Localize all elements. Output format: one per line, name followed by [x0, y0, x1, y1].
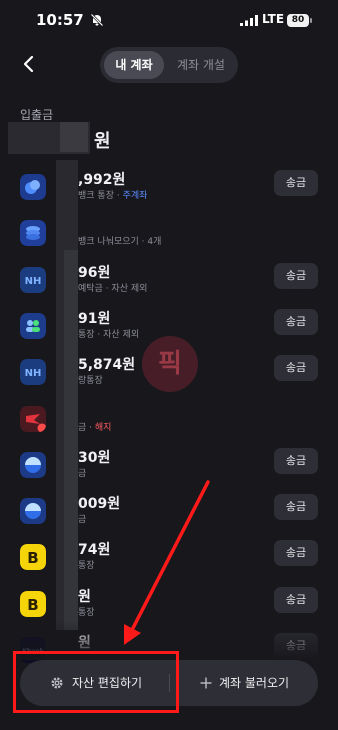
account-subtitle: 통장	[78, 561, 95, 572]
signal-icon	[240, 15, 258, 26]
account-row[interactable]: ,992원 뱅크 통장 · 주계좌 송금	[0, 168, 338, 214]
send-money-button[interactable]: 송금	[274, 308, 318, 335]
account-balance: 5,874원	[78, 357, 136, 374]
account-description: 랑통장	[78, 373, 103, 386]
account-subtitle: 금 ·	[78, 422, 95, 433]
section-title: 입출금	[20, 108, 54, 122]
account-subtitle: 뱅크 통장 ·	[78, 191, 123, 201]
send-money-button[interactable]: 송금	[274, 494, 318, 521]
nh-icon: NH	[20, 359, 46, 386]
svg-text:B: B	[27, 549, 38, 567]
account-subtitle: 금	[78, 515, 87, 526]
send-money-button[interactable]: 송금	[274, 540, 318, 567]
svg-text:NH: NH	[25, 368, 42, 379]
account-description: 뱅크 통장 · 주계좌	[78, 188, 147, 201]
account-balance: 30원	[78, 449, 111, 466]
send-money-button[interactable]: 송금	[274, 586, 318, 613]
account-description: 금 · 해지	[78, 420, 111, 433]
account-subtitle: 통장 · 자산 제외	[78, 329, 140, 340]
account-description: 금	[78, 512, 86, 525]
total-amount-suffix: 원	[94, 131, 111, 152]
account-tabs: 내 계좌 계좌 개설	[100, 47, 238, 83]
tab-my-accounts[interactable]: 내 계좌	[104, 51, 164, 79]
kakao-b-icon: B	[20, 590, 46, 617]
import-account-button[interactable]: 계좌 불러오기	[170, 660, 318, 706]
send-money-button[interactable]: 송금	[274, 170, 318, 196]
account-subtitle: 통장	[78, 607, 95, 618]
nh-icon: NH	[20, 266, 46, 293]
status-time: 10:57	[36, 11, 84, 29]
stack-icon	[20, 220, 46, 247]
svg-text:NH: NH	[25, 276, 42, 287]
account-subtitle: 뱅크 나눠모으기 · 4개	[78, 237, 162, 248]
highlight-box	[13, 651, 179, 713]
account-row[interactable]: 뱅크 나눠모으기 · 4개	[0, 214, 338, 260]
account-row[interactable]: 009원금 송금	[0, 492, 338, 538]
people-icon	[20, 312, 46, 339]
redaction-strip	[64, 250, 78, 630]
blue-swirl-icon	[20, 174, 46, 200]
account-description: 통장	[78, 605, 95, 618]
account-row[interactable]: NH 96원예탁금 · 자산 제외 송금	[0, 261, 338, 307]
account-balance: 원	[78, 588, 91, 605]
account-description: 뱅크 나눠모으기 · 4개	[78, 234, 161, 247]
account-subtitle: 예탁금 · 자산 제외	[78, 283, 148, 294]
account-row[interactable]: 30원금 송금	[0, 446, 338, 492]
account-balance: 96원	[78, 264, 111, 281]
account-subtitle: 랑통장	[78, 376, 103, 387]
account-description: 통장	[78, 558, 95, 571]
red-bank-icon	[20, 405, 46, 432]
account-tag: 주계좌	[122, 191, 148, 201]
total-amount-redacted-block	[60, 122, 88, 152]
account-row[interactable]: B 74원통장 송금	[0, 538, 338, 584]
account-description: 금	[78, 466, 86, 479]
account-tag: 해지	[94, 422, 112, 433]
account-balance: 74원	[78, 542, 111, 559]
tab-open-account[interactable]: 계좌 개설	[168, 51, 234, 79]
account-description: 예탁금 · 자산 제외	[78, 281, 147, 294]
account-subtitle: 금	[78, 468, 87, 479]
send-money-button[interactable]: 송금	[274, 447, 318, 474]
account-balance: 009원	[78, 496, 121, 513]
svg-text:B: B	[27, 596, 38, 614]
send-money-button[interactable]: 송금	[274, 262, 318, 289]
plus-icon	[200, 677, 212, 689]
account-balance: 91원	[78, 310, 111, 327]
blue-dome-icon	[20, 451, 46, 478]
status-bar: 10:57 LTE 80	[0, 0, 338, 44]
battery-icon: 80	[287, 14, 312, 27]
bell-off-icon	[90, 13, 104, 27]
account-description: 통장 · 자산 제외	[78, 327, 139, 340]
import-account-label: 계좌 불러오기	[219, 676, 290, 690]
back-arrow-icon[interactable]	[16, 50, 42, 78]
blue-dome-icon	[20, 498, 46, 525]
watermark-logo: 픽	[142, 336, 198, 392]
send-money-button[interactable]: 송금	[274, 355, 318, 382]
network-label: LTE	[262, 12, 285, 26]
account-row[interactable]: 금 · 해지	[0, 400, 338, 446]
account-balance: ,992원	[78, 172, 126, 188]
kakao-b-icon: B	[20, 544, 46, 571]
